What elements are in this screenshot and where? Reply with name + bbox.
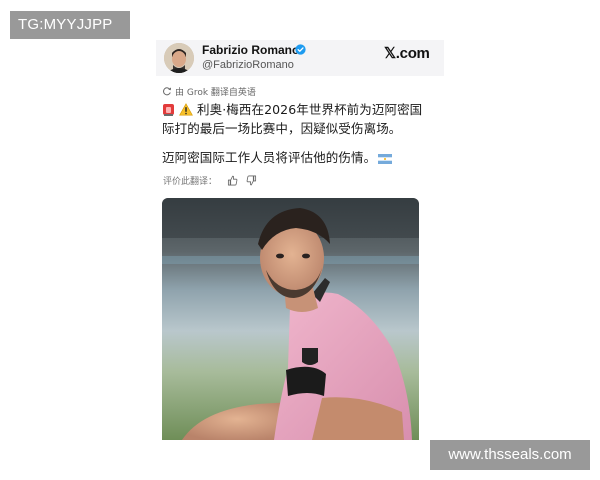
- post-text-paragraph-2-content: 迈阿密国际工作人员将评估他的伤情。: [162, 150, 377, 165]
- verified-badge-icon: [295, 44, 306, 55]
- post-text-line-1: 利奥·梅西在2026年世界杯前为迈阿密国: [162, 100, 442, 119]
- post-card: Fabrizio Romano @FabrizioRomano 𝕏.com 由 …: [156, 40, 444, 440]
- refresh-icon: [163, 87, 171, 96]
- author-handle[interactable]: @FabrizioRomano: [202, 59, 294, 71]
- thumbs-down-icon[interactable]: [246, 175, 257, 186]
- author-avatar[interactable]: [164, 43, 194, 73]
- post-text: 利奥·梅西在2026年世界杯前为迈阿密国 际打的最后一场比赛中，因疑似受伤离场。…: [162, 100, 442, 167]
- translation-notice-label: 由 Grok 翻译自英语: [175, 87, 256, 98]
- post-text-line-2: 际打的最后一场比赛中，因疑似受伤离场。: [162, 121, 402, 136]
- post-text-paragraph-2: 迈阿密国际工作人员将评估他的伤情。: [162, 148, 442, 167]
- watermark-bottom-right: www.thsseals.com: [430, 440, 590, 470]
- warning-icon: [179, 103, 193, 116]
- argentina-flag-icon: [378, 154, 393, 164]
- page: TG:MYYJJPP Fabrizio Romano @FabrizioRoma…: [0, 0, 600, 480]
- post-image[interactable]: [162, 198, 419, 440]
- player-photo-icon: [162, 198, 419, 440]
- rate-translation-label: 评价此翻译：: [163, 177, 218, 187]
- post-header: Fabrizio Romano @FabrizioRomano 𝕏.com: [156, 40, 444, 76]
- watermark-top-left: TG:MYYJJPP: [10, 11, 130, 39]
- rate-translation: 评价此翻译：: [163, 174, 257, 187]
- post-text-line-1-content: 利奥·梅西在2026年世界杯前为迈阿密国: [197, 102, 423, 117]
- translation-notice[interactable]: 由 Grok 翻译自英语: [162, 85, 256, 98]
- siren-icon: [163, 104, 174, 116]
- avatar-photo-icon: [164, 43, 194, 73]
- thumbs-up-icon[interactable]: [227, 175, 238, 186]
- author-name[interactable]: Fabrizio Romano: [202, 43, 299, 57]
- x-logo: 𝕏.com: [384, 45, 430, 62]
